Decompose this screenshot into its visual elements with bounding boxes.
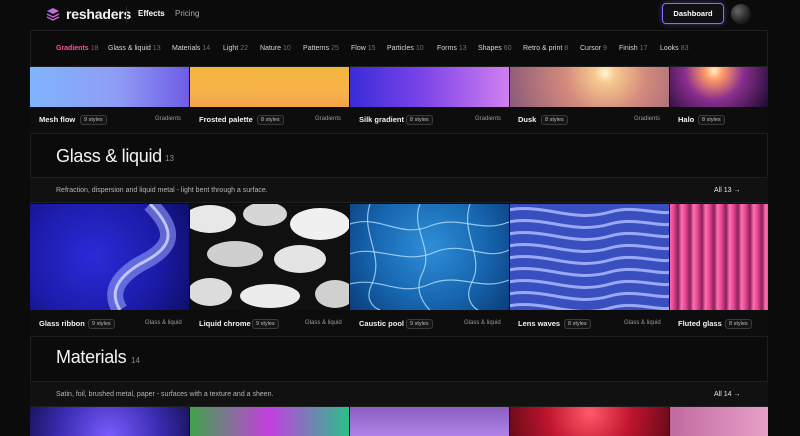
card-title[interactable]: Frosted palette: [199, 115, 253, 124]
card-category: Gradients: [155, 116, 182, 122]
card-title[interactable]: Halo: [678, 115, 694, 124]
section-title-materials: Materials: [56, 347, 127, 367]
styles-badge: 9 styles: [252, 319, 279, 329]
card-category: Glass & liquid: [624, 320, 661, 326]
styles-badge: 8 styles: [406, 115, 433, 125]
styles-badge: 8 styles: [698, 115, 725, 125]
preview-material-5[interactable]: [670, 407, 768, 436]
styles-badge: 9 styles: [406, 319, 433, 329]
card-title[interactable]: Glass ribbon: [39, 319, 85, 328]
card-category: Glass & liquid: [145, 320, 182, 326]
category-cursor[interactable]: Cursor 9: [580, 45, 607, 52]
section-count-materials: 14: [131, 356, 140, 365]
section-description-materials: Satin, foil, brushed metal, paper - surf…: [56, 391, 274, 398]
preview-material-2[interactable]: [190, 407, 349, 436]
logo-icon: [46, 7, 60, 21]
dashboard-button[interactable]: Dashboard: [662, 3, 724, 24]
styles-badge: 8 styles: [725, 319, 752, 329]
preview-material-3[interactable]: [350, 407, 509, 436]
card-category: Glass & liquid: [305, 320, 342, 326]
category-looks[interactable]: Looks 83: [660, 45, 688, 52]
styles-badge: 9 styles: [88, 319, 115, 329]
divider: [30, 336, 768, 337]
preview-dusk[interactable]: [510, 67, 669, 107]
card-category: Glass & liquid: [464, 320, 501, 326]
category-materials[interactable]: Materials 14: [172, 45, 210, 52]
brand-logo[interactable]: reshaders: [46, 6, 131, 22]
card-title[interactable]: Mesh flow: [39, 115, 75, 124]
card-title[interactable]: Dusk: [518, 115, 536, 124]
card-title[interactable]: Fluted glass: [678, 319, 722, 328]
category-forms[interactable]: Forms 13: [437, 45, 467, 52]
category-nature[interactable]: Nature 10: [260, 45, 291, 52]
category-shapes[interactable]: Shapes 60: [478, 45, 512, 52]
section-count-glass: 13: [165, 154, 174, 163]
styles-badge: 9 styles: [80, 115, 107, 125]
preview-material-4[interactable]: [510, 407, 669, 436]
all-materials-link[interactable]: All 14 →: [714, 391, 740, 398]
preview-glass-ribbon[interactable]: [30, 204, 189, 310]
nav-divider: [126, 6, 127, 23]
preview-fluted-glass[interactable]: [670, 204, 768, 310]
styles-badge: 8 styles: [541, 115, 568, 125]
brand-name: reshaders: [66, 6, 132, 22]
divider: [30, 133, 768, 134]
card-title[interactable]: Silk gradient: [359, 115, 404, 124]
category-glass-liquid[interactable]: Glass & liquid 13: [108, 45, 161, 52]
card-category: Gradients: [475, 116, 502, 122]
preview-caustic-pool[interactable]: [350, 204, 509, 310]
preview-lens-waves[interactable]: [510, 204, 669, 310]
card-title[interactable]: Lens waves: [518, 319, 560, 328]
preview-frosted-palette[interactable]: [190, 67, 349, 107]
category-gradients[interactable]: Gradients 18: [56, 45, 98, 52]
category-patterns[interactable]: Patterns 25: [303, 45, 339, 52]
styles-badge: 8 styles: [564, 319, 591, 329]
styles-badge: 8 styles: [257, 115, 284, 125]
section-title-glass: Glass & liquid: [56, 146, 162, 166]
card-category: Gradients: [315, 116, 342, 122]
preview-liquid-chrome[interactable]: [190, 204, 349, 310]
category-finish[interactable]: Finish 17: [619, 45, 647, 52]
card-category: Gradients: [634, 116, 661, 122]
category-flow[interactable]: Flow 15: [351, 45, 376, 52]
card-title[interactable]: Liquid chrome: [199, 319, 251, 328]
preview-mesh-flow[interactable]: [30, 67, 189, 107]
preview-silk-gradient[interactable]: [350, 67, 509, 107]
category-retro-print[interactable]: Retro & print 8: [523, 45, 568, 52]
card-title[interactable]: Caustic pool: [359, 319, 404, 328]
section-description-glass: Refraction, dispersion and liquid metal …: [56, 187, 268, 194]
all-glass-link[interactable]: All 13 →: [714, 187, 740, 194]
avatar[interactable]: [731, 4, 751, 24]
preview-halo[interactable]: [670, 67, 768, 107]
category-particles[interactable]: Particles 10: [387, 45, 424, 52]
nav-pricing-link[interactable]: Pricing: [175, 9, 199, 18]
preview-material-1[interactable]: [30, 407, 189, 436]
nav-effects-link[interactable]: Effects: [138, 9, 165, 18]
category-light[interactable]: Light 22: [223, 45, 248, 52]
